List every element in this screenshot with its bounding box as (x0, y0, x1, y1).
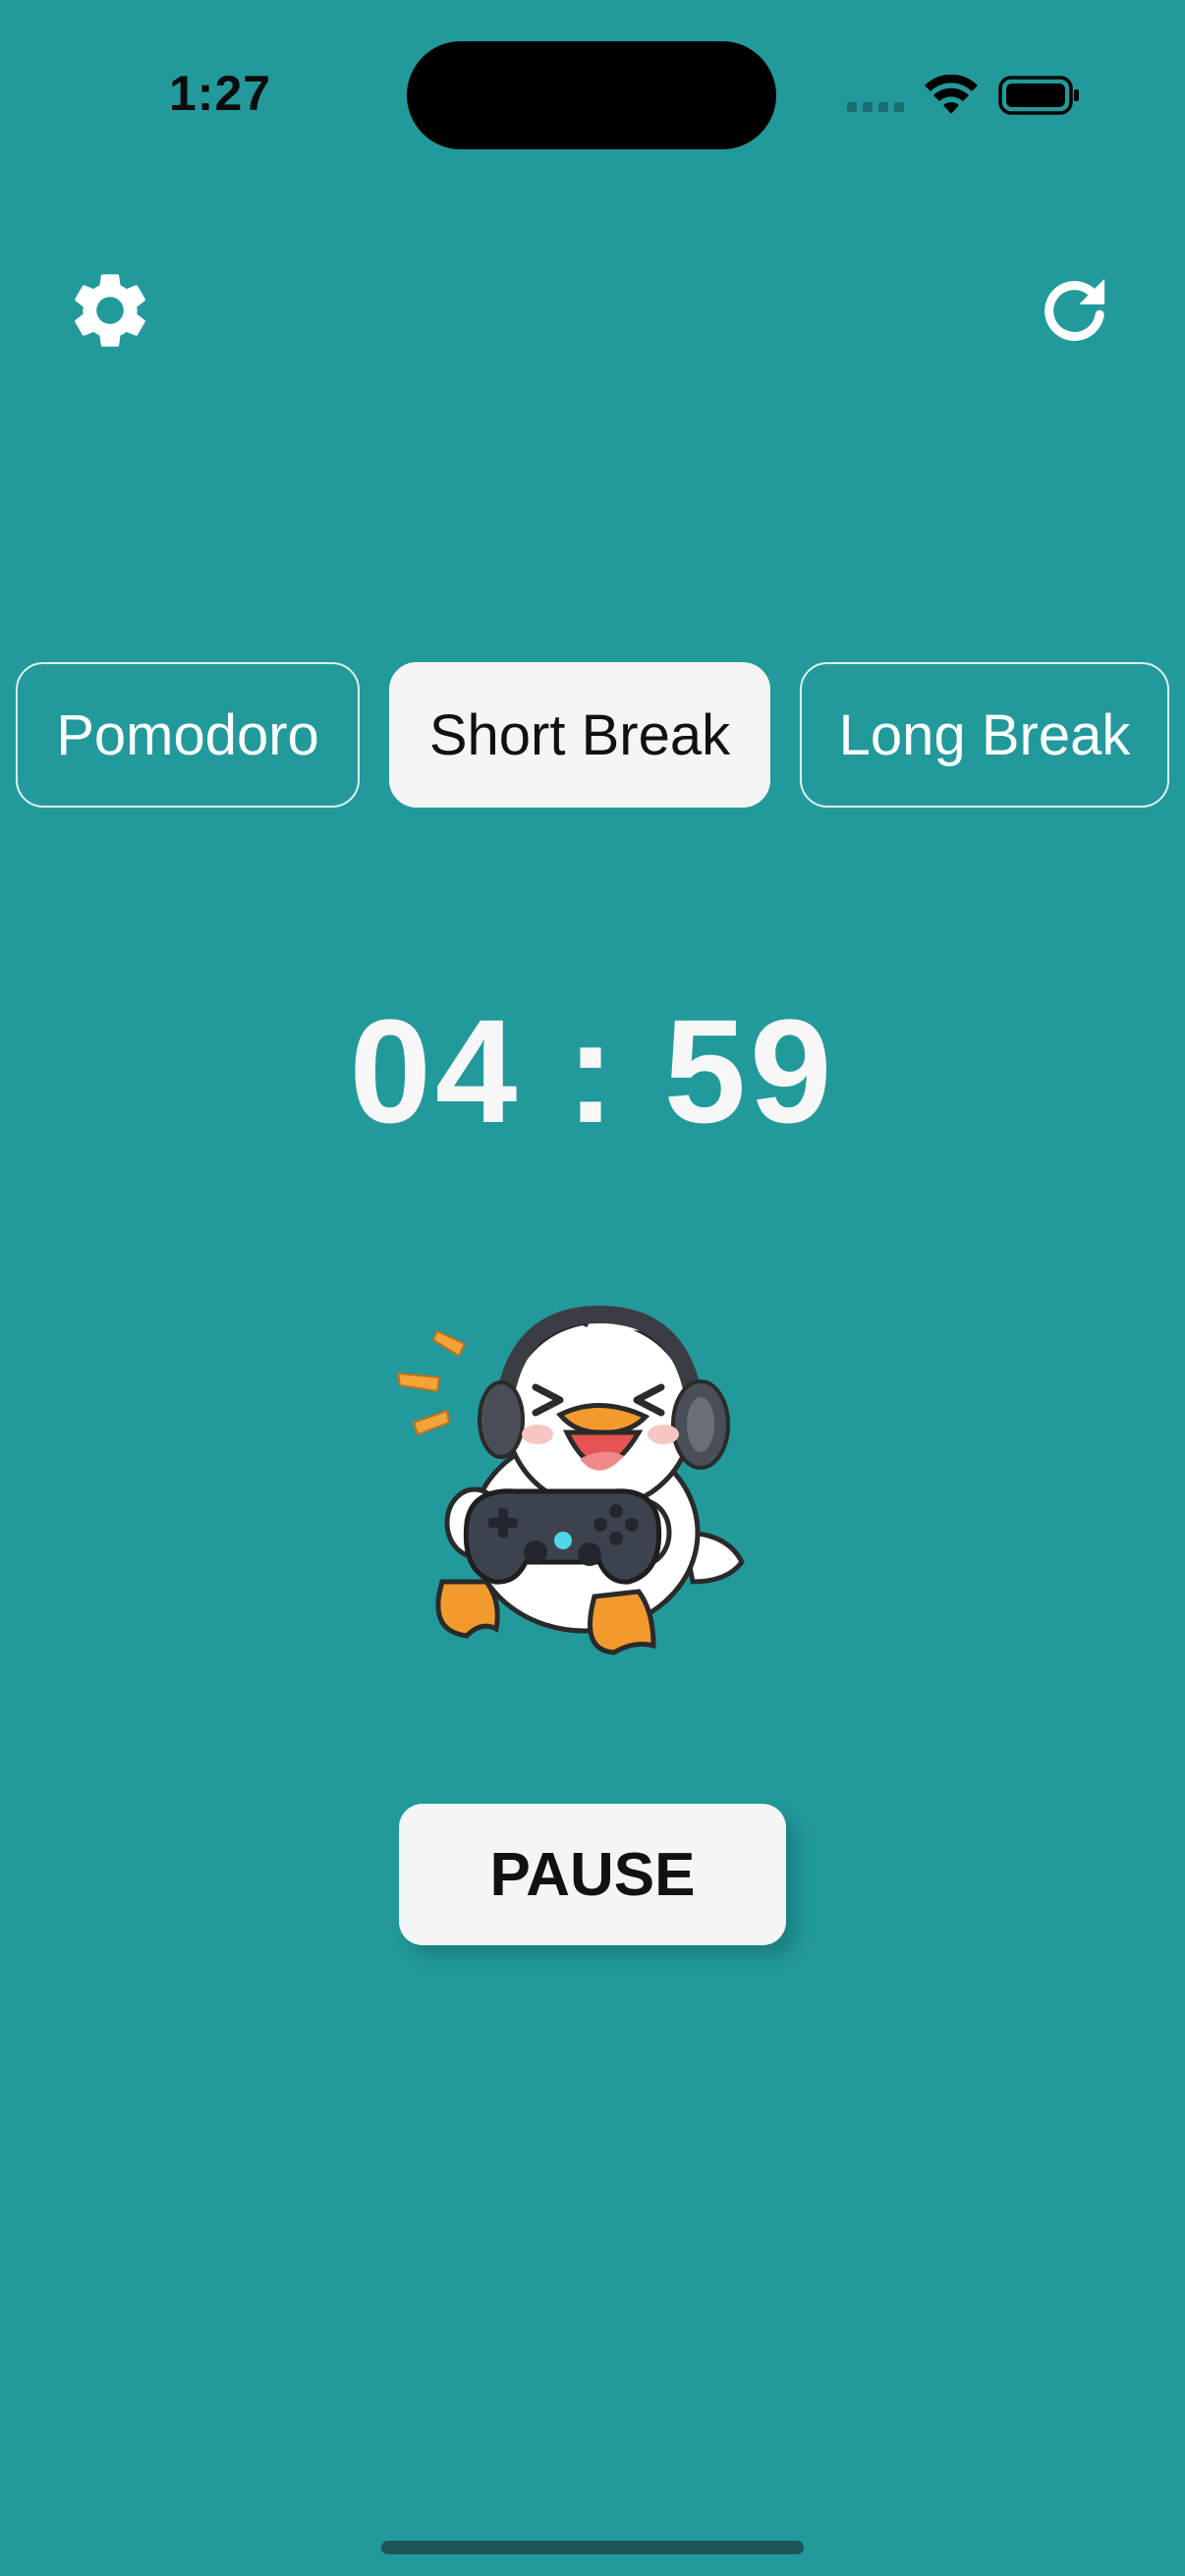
wifi-icon (925, 75, 978, 114)
refresh-icon (1044, 278, 1105, 341)
duck-gamer-mascot-icon (396, 1305, 745, 1655)
tab-pomodoro[interactable]: Pomodoro (16, 662, 360, 808)
gear-icon (75, 274, 145, 347)
home-indicator (381, 2541, 804, 2554)
timer-display: 04 : 59 (349, 988, 836, 1153)
pomodoro-screen: 1:27 Pomodoro Short Break Long Break 04 … (0, 0, 1185, 2576)
status-time: 1:27 (169, 66, 272, 121)
reset-button[interactable] (1026, 261, 1124, 360)
dynamic-island (407, 41, 776, 149)
battery-icon (998, 76, 1079, 115)
tab-short-break[interactable]: Short Break (389, 662, 770, 808)
tab-long-break[interactable]: Long Break (800, 662, 1169, 808)
cellular-signal-icon (847, 102, 904, 112)
pause-button[interactable]: PAUSE (399, 1804, 786, 1945)
settings-button[interactable] (61, 261, 159, 360)
